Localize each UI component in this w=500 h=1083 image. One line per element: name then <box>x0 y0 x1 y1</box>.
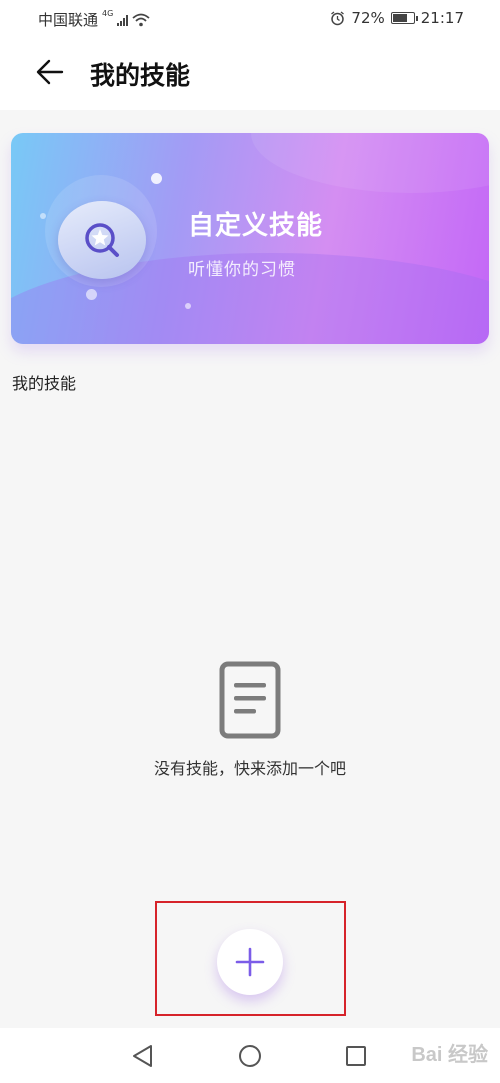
magic-wand-icon <box>58 201 146 279</box>
watermark: Bai 经验 <box>411 1044 488 1066</box>
alarm-icon <box>331 10 345 25</box>
network-type: 4G <box>102 9 114 18</box>
carrier-name: 中国联通 <box>38 11 99 29</box>
document-icon <box>219 661 281 739</box>
banner-dot <box>40 213 46 219</box>
section-label: 我的技能 <box>12 374 77 393</box>
plus-icon <box>235 947 265 977</box>
battery-percent: 72% <box>351 9 385 27</box>
banner-dot <box>86 289 97 300</box>
wifi-icon <box>132 13 150 26</box>
empty-state-message: 没有技能，快来添加一个吧 <box>153 759 346 778</box>
banner-subtitle: 听懂你的习惯 <box>188 260 296 280</box>
status-right: 72% 21:17 <box>330 9 464 27</box>
back-arrow-icon[interactable] <box>34 56 66 88</box>
banner-title: 自定义技能 <box>188 211 324 241</box>
add-skill-button[interactable] <box>217 929 283 995</box>
signal-icon <box>117 14 129 26</box>
banner-wave-top <box>251 133 489 193</box>
back-triangle-icon[interactable] <box>131 1044 155 1068</box>
banner-dot <box>185 303 191 309</box>
status-bar: 中国联通 4G 72% 21:17 <box>0 0 500 36</box>
page-title: 我的技能 <box>90 61 191 90</box>
status-left: 中国联通 4G <box>38 9 150 30</box>
recent-square-icon[interactable] <box>345 1045 367 1067</box>
battery-icon <box>390 12 418 24</box>
banner-dot <box>151 173 162 184</box>
app-header: 我的技能 <box>0 36 500 110</box>
system-nav-bar: Bai 经验 <box>0 1028 500 1083</box>
home-circle-icon[interactable] <box>238 1044 262 1068</box>
clock-time: 21:17 <box>420 9 464 27</box>
